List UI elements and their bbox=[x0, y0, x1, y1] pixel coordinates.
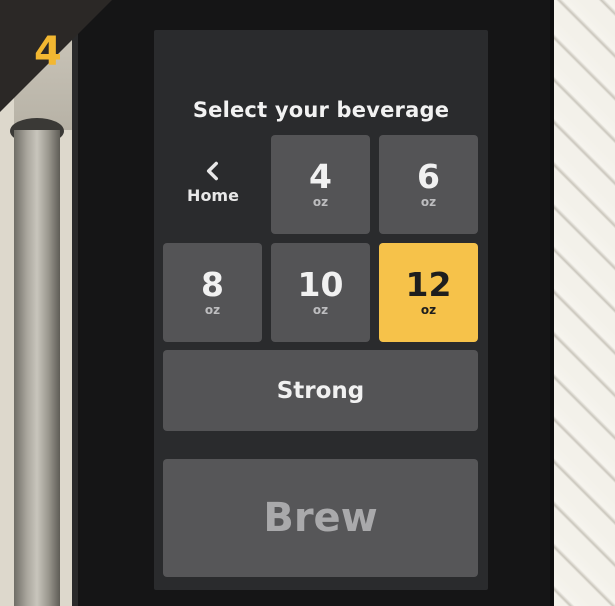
scene: Select your beverage Home 4 oz 6 oz 8 oz… bbox=[0, 0, 615, 606]
size-value: 10 bbox=[297, 264, 344, 304]
screen-title: Select your beverage bbox=[192, 98, 450, 122]
chevron-left-icon bbox=[206, 161, 218, 180]
size-unit: oz bbox=[312, 302, 329, 317]
size-unit: oz bbox=[420, 194, 437, 209]
size-unit: oz bbox=[312, 194, 329, 209]
size-value: 8 bbox=[201, 264, 224, 304]
brew-button[interactable]: Brew bbox=[163, 459, 478, 577]
home-label: Home bbox=[187, 185, 239, 205]
size-value: 12 bbox=[405, 264, 452, 304]
size-value: 6 bbox=[417, 156, 440, 196]
size-value: 4 bbox=[309, 156, 332, 196]
size-4oz-button[interactable]: 4 oz bbox=[271, 135, 370, 234]
step-number: 4 bbox=[34, 29, 62, 75]
size-10oz-button[interactable]: 10 oz bbox=[271, 243, 370, 342]
size-unit: oz bbox=[420, 302, 437, 317]
touch-screen: Select your beverage Home 4 oz 6 oz 8 oz… bbox=[154, 30, 488, 590]
home-button[interactable]: Home bbox=[164, 135, 262, 233]
size-8oz-button[interactable]: 8 oz bbox=[163, 243, 262, 342]
size-12oz-button[interactable]: 12 oz bbox=[379, 243, 478, 342]
background-stripes bbox=[548, 0, 615, 606]
strong-button[interactable]: Strong bbox=[163, 350, 478, 431]
size-unit: oz bbox=[204, 302, 221, 317]
background-cylinder bbox=[14, 130, 60, 606]
size-6oz-button[interactable]: 6 oz bbox=[379, 135, 478, 234]
